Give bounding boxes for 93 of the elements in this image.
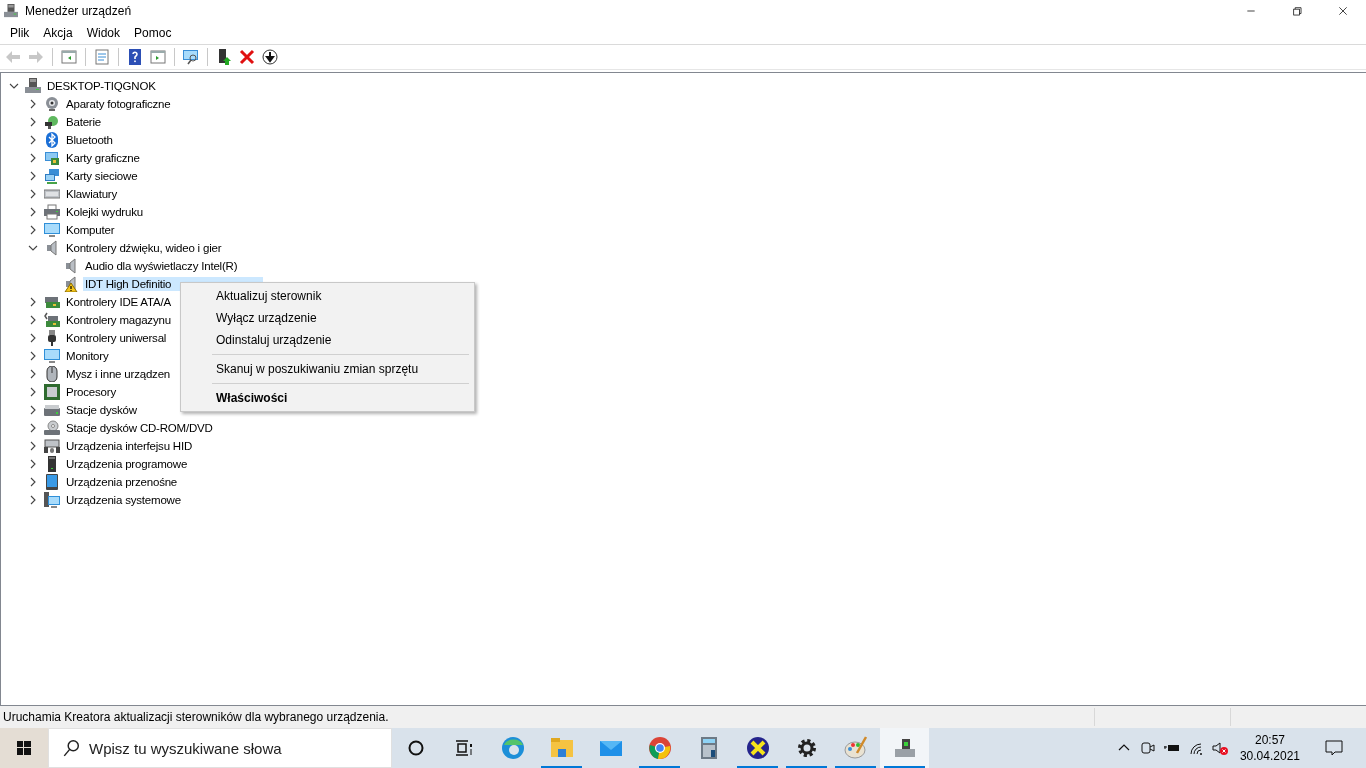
taskbar-button[interactable]: [880, 728, 929, 768]
tree-item[interactable]: Bluetooth: [64, 133, 115, 147]
chevron-right-icon[interactable]: [28, 477, 38, 487]
chevron-right-icon[interactable]: [28, 351, 38, 361]
tree-item[interactable]: Monitory: [64, 349, 111, 363]
clock-date[interactable]: 30.04.2021: [1239, 748, 1300, 764]
computer-icon: [25, 78, 41, 94]
tree-item[interactable]: Baterie: [64, 115, 104, 129]
menu-item[interactable]: Skanuj w poszukiwaniu zmian sprzętu: [184, 358, 471, 380]
printer-icon: [44, 204, 60, 220]
search-icon: [62, 739, 80, 757]
folder-icon: [549, 736, 574, 760]
tree-item[interactable]: Kontrolery uniwersal: [64, 331, 169, 345]
camera-icon: [44, 96, 60, 112]
disable-icon[interactable]: [238, 49, 256, 65]
window-title: Menedżer urządzeń: [25, 4, 132, 18]
wifi-icon[interactable]: [1187, 740, 1204, 756]
chevron-right-icon[interactable]: [28, 297, 38, 307]
tree-item[interactable]: Urządzenia systemowe: [64, 493, 183, 507]
chevron-right-icon[interactable]: [28, 315, 38, 325]
clock-time[interactable]: 20:57: [1254, 732, 1285, 748]
chevron-right-icon[interactable]: [28, 423, 38, 433]
ide-controller-icon: [44, 294, 60, 310]
tree-item[interactable]: Mysz i inne urządzen: [64, 367, 173, 381]
chevron-right-icon[interactable]: [28, 387, 38, 397]
processor-icon: [44, 384, 60, 400]
tree-item[interactable]: Stacje dysków: [64, 403, 139, 417]
tree-item[interactable]: Kolejki wydruku: [64, 205, 145, 219]
tree-item[interactable]: Karty sieciowe: [64, 169, 140, 183]
chevron-right-icon[interactable]: [28, 207, 38, 217]
tree-item[interactable]: Kontrolery IDE ATA/A: [64, 295, 173, 309]
tablet-icon: [44, 474, 60, 490]
tree-item[interactable]: Klawiatury: [64, 187, 120, 201]
menu-item[interactable]: Plik: [3, 24, 37, 42]
speaker-muted-icon[interactable]: [1211, 740, 1228, 756]
chevron-right-icon[interactable]: [28, 441, 38, 451]
paint-palette-icon: [843, 736, 868, 760]
menu-item[interactable]: Akcja: [36, 24, 80, 42]
camera-icon[interactable]: [1139, 740, 1156, 756]
chevron-right-icon[interactable]: [28, 189, 38, 199]
help-icon[interactable]: [126, 49, 144, 65]
start-icon[interactable]: [0, 728, 48, 768]
chevron-right-icon[interactable]: [28, 369, 38, 379]
storage-controller-icon: [44, 312, 60, 328]
tree-item[interactable]: Urządzenia programowe: [64, 457, 190, 471]
tree-item[interactable]: Komputer: [64, 223, 117, 237]
search-field[interactable]: Wpisz tu wyszukiwane słowa: [48, 728, 392, 768]
tree-item[interactable]: Kontrolery magazynu: [64, 313, 173, 327]
monitor-icon: [44, 222, 60, 238]
system-device-icon: [44, 492, 60, 508]
chevron-right-icon[interactable]: [28, 333, 38, 343]
mouse-icon: [44, 366, 60, 382]
menu-item[interactable]: Widok: [79, 24, 128, 42]
scan-monitor-icon[interactable]: [182, 49, 200, 65]
monitor-icon: [44, 348, 60, 364]
chevron-right-icon[interactable]: [28, 171, 38, 181]
menu-item[interactable]: Właściwości: [184, 387, 471, 409]
tree-item[interactable]: Urządzenia przenośne: [64, 475, 180, 489]
tree-item[interactable]: Karty graficzne: [64, 151, 142, 165]
tree-item[interactable]: Kontrolery dźwięku, wideo i gier: [64, 241, 224, 255]
speaker-icon: [44, 240, 60, 256]
tree-item[interactable]: Audio dla wyświetlaczy Intel(R): [83, 259, 240, 273]
chevron-right-icon[interactable]: [28, 495, 38, 505]
tree-item[interactable]: Aparaty fotograficzne: [64, 97, 173, 111]
chevron-down-icon[interactable]: [28, 243, 38, 253]
notification-icon[interactable]: [1324, 738, 1344, 758]
menu-item[interactable]: Pomoc: [127, 24, 179, 42]
tree-item[interactable]: Urządzenia interfejsu HID: [64, 439, 195, 453]
keyboard-icon: [44, 186, 60, 202]
computer-icon: [4, 4, 18, 18]
chevron-down-icon[interactable]: [9, 81, 19, 91]
tree-item[interactable]: Stacje dysków CD-ROM/DVD: [64, 421, 215, 435]
chevron-right-icon[interactable]: [28, 405, 38, 415]
uninstall-icon[interactable]: [261, 49, 279, 65]
tree-item[interactable]: DESKTOP-TIQGNOK: [45, 79, 158, 93]
chevron-right-icon[interactable]: [28, 225, 38, 235]
hid-keyboard-icon: [44, 438, 60, 454]
cd-drive-icon: [44, 420, 60, 436]
bluetooth-icon: [44, 132, 60, 148]
menu-item[interactable]: Odinstaluj urządzenie: [184, 329, 471, 351]
chevron-right-icon[interactable]: [28, 459, 38, 469]
network-icon: [44, 168, 60, 184]
status-text: Uruchamia Kreatora aktualizacji sterowników dla wybranego urządzenia.: [2, 710, 390, 724]
chevron-right-icon[interactable]: [28, 117, 38, 127]
x-app-icon: [745, 736, 770, 760]
menu-item[interactable]: Wyłącz urządzenie: [184, 307, 471, 329]
device-manager-icon: [892, 736, 917, 760]
chevron-right-icon[interactable]: [28, 99, 38, 109]
drive-icon: [44, 402, 60, 418]
tree-item[interactable]: Procesory: [64, 385, 118, 399]
chevron-right-icon[interactable]: [28, 135, 38, 145]
display-adapter-icon: [44, 150, 60, 166]
chevron-right-icon[interactable]: [28, 153, 38, 163]
